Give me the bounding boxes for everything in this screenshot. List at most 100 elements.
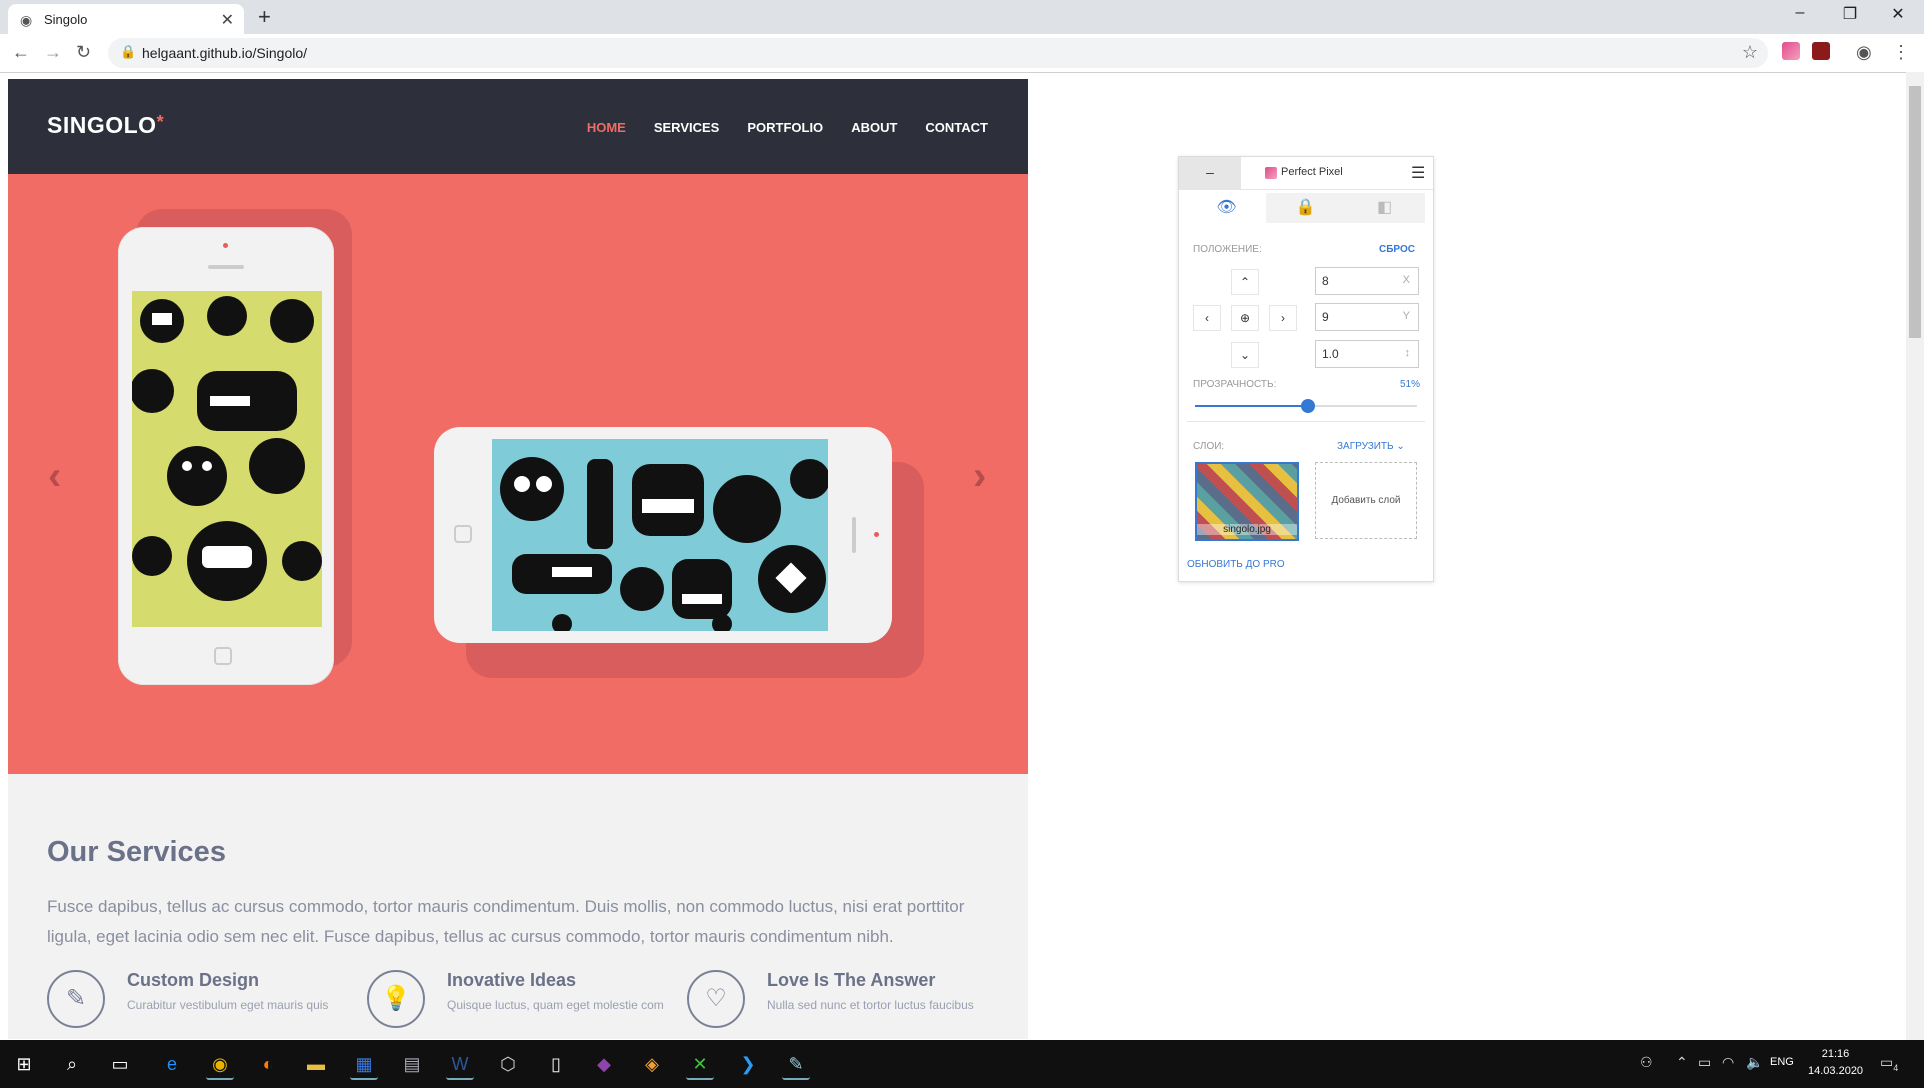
git-icon[interactable]: ◈ xyxy=(638,1050,666,1078)
move-up-button[interactable]: ⌃ xyxy=(1231,269,1259,295)
clock-date: 14.03.2020 xyxy=(1808,1065,1864,1077)
nav-home[interactable]: HOME xyxy=(587,120,626,135)
reload-icon[interactable]: ↻ xyxy=(76,42,91,63)
y-position-input[interactable]: 9 Y xyxy=(1315,303,1419,331)
move-right-button[interactable]: › xyxy=(1269,305,1297,331)
reset-link[interactable]: СБРОС xyxy=(1379,244,1415,255)
x-position-input[interactable]: 8 X xyxy=(1315,267,1419,295)
services-section: Our Services Fusce dapibus, tellus ac cu… xyxy=(8,774,1028,1039)
move-left-button[interactable]: ‹ xyxy=(1193,305,1221,331)
opacity-value: 51% xyxy=(1400,379,1421,390)
invert-icon[interactable]: ◧ xyxy=(1345,193,1424,223)
notifications-icon[interactable]: ▭4 xyxy=(1880,1054,1898,1073)
move-down-button[interactable]: ⌄ xyxy=(1231,342,1259,368)
divider xyxy=(1187,421,1425,422)
phone-home-button xyxy=(214,647,232,665)
close-tab-icon[interactable]: ✕ xyxy=(221,10,234,30)
layer-thumbnail[interactable]: singolo.jpg xyxy=(1195,462,1299,541)
back-icon[interactable]: ← xyxy=(12,42,30,63)
slider-next-arrow[interactable]: › xyxy=(973,454,986,499)
minimize-button[interactable]: – xyxy=(1780,4,1820,22)
vertical-phone[interactable] xyxy=(118,227,334,685)
horizontal-phone-screen xyxy=(492,439,828,631)
perfect-pixel-extension-icon[interactable] xyxy=(1782,42,1800,60)
site-logo[interactable]: SINGOLO* xyxy=(47,112,164,139)
visual-studio-icon[interactable]: ◆ xyxy=(590,1050,618,1078)
restore-button[interactable]: ❐ xyxy=(1830,4,1870,24)
wifi-icon[interactable]: ◠ xyxy=(1722,1054,1734,1071)
document-icon[interactable]: ▯ xyxy=(542,1050,570,1078)
nav-contact[interactable]: CONTACT xyxy=(925,120,988,135)
y-value: 9 xyxy=(1322,310,1329,324)
paint-icon[interactable]: ✎ xyxy=(782,1050,810,1080)
language-indicator[interactable]: ENG xyxy=(1770,1056,1794,1068)
browser-tab[interactable]: ◉ Singolo ✕ xyxy=(8,4,244,34)
add-layer-button[interactable]: Добавить слой xyxy=(1315,462,1417,539)
search-icon[interactable]: ⌕ xyxy=(58,1050,86,1078)
battery-icon[interactable]: ▭ xyxy=(1698,1054,1711,1071)
upload-label: ЗАГРУЗИТЬ xyxy=(1337,441,1394,452)
show-hidden-icons-icon[interactable]: ⌃ xyxy=(1676,1054,1688,1071)
horizontal-phone[interactable] xyxy=(434,427,892,643)
perfect-pixel-panel: – Perfect Pixel ☰ 👁 🔒 ◧ ПОЛОЖЕНИЕ: СБРОС… xyxy=(1178,156,1434,582)
bookmark-star-icon[interactable]: ☆ xyxy=(1742,42,1758,63)
services-title: Our Services xyxy=(47,836,226,868)
nav-about[interactable]: ABOUT xyxy=(851,120,897,135)
volume-icon[interactable]: 🔈 xyxy=(1746,1054,1763,1071)
app-icon-green[interactable]: ✕ xyxy=(686,1050,714,1080)
word-icon[interactable]: W xyxy=(446,1050,474,1080)
perfect-pixel-logo-icon xyxy=(1265,167,1277,179)
phone-camera xyxy=(223,243,228,248)
opacity-slider-knob[interactable] xyxy=(1301,399,1316,413)
scrollbar-thumb[interactable] xyxy=(1909,86,1921,338)
ublock-extension-icon[interactable] xyxy=(1812,42,1830,60)
url-text[interactable]: helgaant.github.io/Singolo/ xyxy=(142,45,307,61)
url-bar[interactable]: 🔒 helgaant.github.io/Singolo/ ☆ xyxy=(108,38,1768,68)
upgrade-pro-link[interactable]: ОБНОВИТЬ ДО PRO xyxy=(1187,559,1285,570)
windows-start-icon[interactable]: ⊞ xyxy=(10,1050,38,1078)
slider-prev-arrow[interactable]: ‹ xyxy=(48,454,61,499)
address-toolbar: ← → ↻ 🔒 helgaant.github.io/Singolo/ ☆ ◉ … xyxy=(0,34,1924,73)
forward-icon[interactable]: → xyxy=(44,42,62,63)
hero-slider: ‹ › xyxy=(8,174,1028,778)
panel-title: Perfect Pixel xyxy=(1281,166,1343,178)
chrome-icon[interactable]: ◉ xyxy=(206,1050,234,1080)
edge-icon[interactable]: e xyxy=(158,1050,186,1078)
scale-input[interactable]: 1.0 ↕ xyxy=(1315,340,1419,368)
center-button[interactable]: ⊕ xyxy=(1231,305,1259,331)
upload-button[interactable]: ЗАГРУЗИТЬ ⌄ xyxy=(1337,441,1405,452)
phone-speaker xyxy=(208,265,244,269)
panel-minimize-button[interactable]: – xyxy=(1179,157,1241,189)
app-icon-notepad[interactable]: ▤ xyxy=(398,1050,426,1078)
lock-icon[interactable]: 🔒 xyxy=(120,44,136,60)
profile-icon[interactable]: ◉ xyxy=(1856,42,1872,63)
notification-count: 4 xyxy=(1893,1062,1899,1073)
vscode-icon[interactable]: ❯ xyxy=(734,1050,762,1078)
position-label: ПОЛОЖЕНИЕ: xyxy=(1193,244,1262,255)
page-viewport: SINGOLO* HOME SERVICES PORTFOLIO ABOUT C… xyxy=(8,79,1028,1039)
file-explorer-icon[interactable]: ▬ xyxy=(302,1050,330,1078)
eye-icon[interactable]: 👁 xyxy=(1187,193,1266,223)
hamburger-menu-icon[interactable]: ☰ xyxy=(1411,163,1425,183)
menu-dots-icon[interactable]: ⋮ xyxy=(1892,42,1910,63)
heart-icon: ♡ xyxy=(687,970,745,1028)
nav-portfolio[interactable]: PORTFOLIO xyxy=(747,120,823,135)
opacity-slider[interactable] xyxy=(1195,399,1417,413)
opacity-label: ПРОЗРАЧНОСТЬ: xyxy=(1193,379,1277,390)
task-view-icon[interactable]: ▭ xyxy=(106,1050,134,1078)
scale-value: 1.0 xyxy=(1322,347,1339,361)
nav-services[interactable]: SERVICES xyxy=(654,120,720,135)
page-scrollbar[interactable] xyxy=(1906,72,1924,1040)
people-icon[interactable]: ⚇ xyxy=(1640,1054,1653,1071)
panel-mode-tabs: 👁 🔒 ◧ xyxy=(1187,193,1425,223)
firefox-icon[interactable]: ◐ xyxy=(254,1050,282,1078)
globe-icon: ◉ xyxy=(20,12,33,28)
clock[interactable]: 21:16 14.03.2020 xyxy=(1808,1046,1863,1080)
3d-viewer-icon[interactable]: ⬡ xyxy=(494,1050,522,1078)
close-window-button[interactable]: ✕ xyxy=(1878,4,1918,24)
new-tab-button[interactable]: + xyxy=(258,4,271,30)
app-icon-blue[interactable]: ▦ xyxy=(350,1050,378,1080)
vertical-phone-screen xyxy=(132,291,322,627)
lock-icon[interactable]: 🔒 xyxy=(1266,193,1345,223)
chevron-down-icon: ⌄ xyxy=(1396,441,1405,452)
